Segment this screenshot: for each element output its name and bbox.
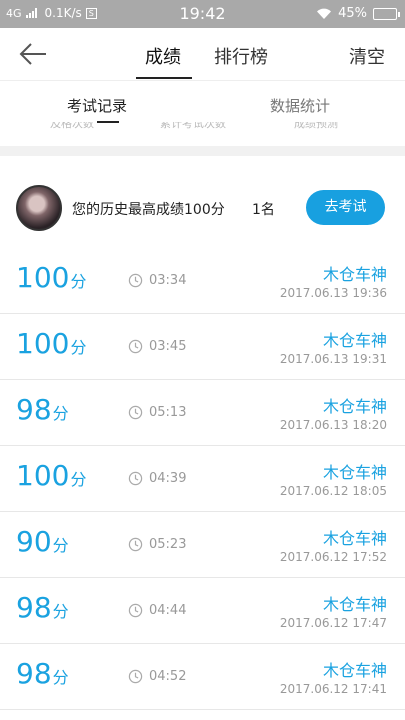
record-score: 98分 [16,660,69,688]
record-date: 2017.06.12 [279,484,349,498]
record-time: 18:05 [352,484,387,498]
record-score-value: 90 [16,525,52,558]
subtab-statistics[interactable]: 数据统计 [270,95,330,116]
record-date: 2017.06.12 [279,682,349,696]
record-row[interactable]: 100分 04:39 木仓车神 2017.06.12 18:05 [0,446,405,512]
record-duration: 04:52 [149,669,187,684]
record-datetime: 2017.06.13 18:20 [280,418,387,432]
record-score-value: 98 [16,393,52,426]
record-time: 17:52 [352,550,387,564]
exam-record-list: 100分 03:34 木仓车神 2017.06.13 19:36 100分 03:45 木仓… [0,248,405,710]
clock-icon [128,471,143,486]
clock-icon [128,273,143,288]
clock-icon [128,339,143,354]
record-score-unit: 分 [70,272,87,291]
record-score: 98分 [16,396,69,424]
record-time: 19:36 [352,286,387,300]
record-user-name: 木仓车神 [322,265,387,284]
clear-button[interactable]: 清空 [349,43,385,69]
record-user-name: 木仓车神 [322,397,387,416]
wifi-icon [317,8,332,19]
record-score: 90分 [16,528,69,556]
top-nav: 成绩 排行榜 清空 [0,28,405,80]
record-time: 17:47 [352,616,387,630]
record-date: 2017.06.12 [279,550,349,564]
record-time: 18:20 [352,418,387,432]
record-datetime: 2017.06.13 19:36 [280,286,387,300]
battery-icon [373,7,400,20]
clock-icon [128,603,143,618]
take-exam-button[interactable]: 去考试 [306,190,385,225]
record-date: 2017.06.12 [279,616,349,630]
stat-label-prediction: 成绩预测 [294,122,338,130]
record-row[interactable]: 100分 03:34 木仓车神 2017.06.13 19:36 [0,248,405,314]
record-date: 2017.06.13 [279,352,349,366]
record-score: 98分 [16,594,69,622]
record-date: 2017.06.13 [279,418,349,432]
record-score-unit: 分 [52,602,69,621]
record-score-value: 98 [16,657,52,690]
scrolled-stats-labels: 及格次数 累计考试次数 成绩预测 [0,122,405,136]
sub-tabs: 考试记录 数据统计 [0,80,405,123]
record-user-name: 木仓车神 [322,595,387,614]
status-right: 45% [316,6,400,21]
best-score-text: 您的历史最高成绩100分 [72,202,225,218]
record-row[interactable]: 98分 05:13 木仓车神 2017.06.13 18:20 [0,380,405,446]
record-user-name: 木仓车神 [322,529,387,548]
record-user-name: 木仓车神 [322,331,387,350]
record-score: 100分 [16,264,86,292]
record-score-unit: 分 [70,338,87,357]
record-duration: 04:39 [149,471,187,486]
stat-label-pass-count: 及格次数 [50,122,94,130]
tab-scores[interactable]: 成绩 [145,43,181,69]
record-time: 17:41 [352,682,387,696]
section-divider [0,146,405,156]
best-rank-text: 1名 [252,202,275,218]
record-duration: 05:13 [149,405,187,420]
clock-icon [128,405,143,420]
subtab-exam-records[interactable]: 考试记录 [67,95,127,116]
record-duration: 03:45 [149,339,187,354]
record-score: 100分 [16,330,86,358]
clock-icon [128,537,143,552]
tab-leaderboard[interactable]: 排行榜 [214,43,268,69]
record-score-unit: 分 [52,536,69,555]
record-datetime: 2017.06.12 17:47 [280,616,387,630]
record-score-value: 100 [16,261,70,294]
battery-percent: 45% [338,6,367,21]
record-datetime: 2017.06.12 17:52 [280,550,387,564]
best-score-card: 您的历史最高成绩100分 1名 去考试 [0,180,405,236]
record-score-value: 100 [16,459,70,492]
record-user-name: 木仓车神 [322,463,387,482]
record-score-value: 100 [16,327,70,360]
record-datetime: 2017.06.12 18:05 [280,484,387,498]
record-datetime: 2017.06.12 17:41 [280,682,387,696]
back-arrow-icon[interactable] [18,42,48,66]
record-row[interactable]: 90分 05:23 木仓车神 2017.06.12 17:52 [0,512,405,578]
record-duration: 05:23 [149,537,187,552]
record-datetime: 2017.06.13 19:31 [280,352,387,366]
stat-label-total-exams: 累计考试次数 [160,122,226,130]
record-row[interactable]: 100分 03:45 木仓车神 2017.06.13 19:31 [0,314,405,380]
record-score: 100分 [16,462,86,490]
record-score-unit: 分 [52,404,69,423]
record-date: 2017.06.13 [279,286,349,300]
record-row[interactable]: 98分 04:52 木仓车神 2017.06.12 17:41 [0,644,405,710]
status-bar: 4G 0.1K/s S 19:42 45% [0,0,405,28]
record-time: 19:31 [352,352,387,366]
clock-icon [128,669,143,684]
record-score-unit: 分 [70,470,87,489]
record-row[interactable]: 98分 04:44 木仓车神 2017.06.12 17:47 [0,578,405,644]
record-score-unit: 分 [52,668,69,687]
avatar[interactable] [16,185,62,231]
record-duration: 04:44 [149,603,187,618]
record-user-name: 木仓车神 [322,661,387,680]
record-score-value: 98 [16,591,52,624]
record-duration: 03:34 [149,273,187,288]
active-tab-indicator [136,77,192,79]
